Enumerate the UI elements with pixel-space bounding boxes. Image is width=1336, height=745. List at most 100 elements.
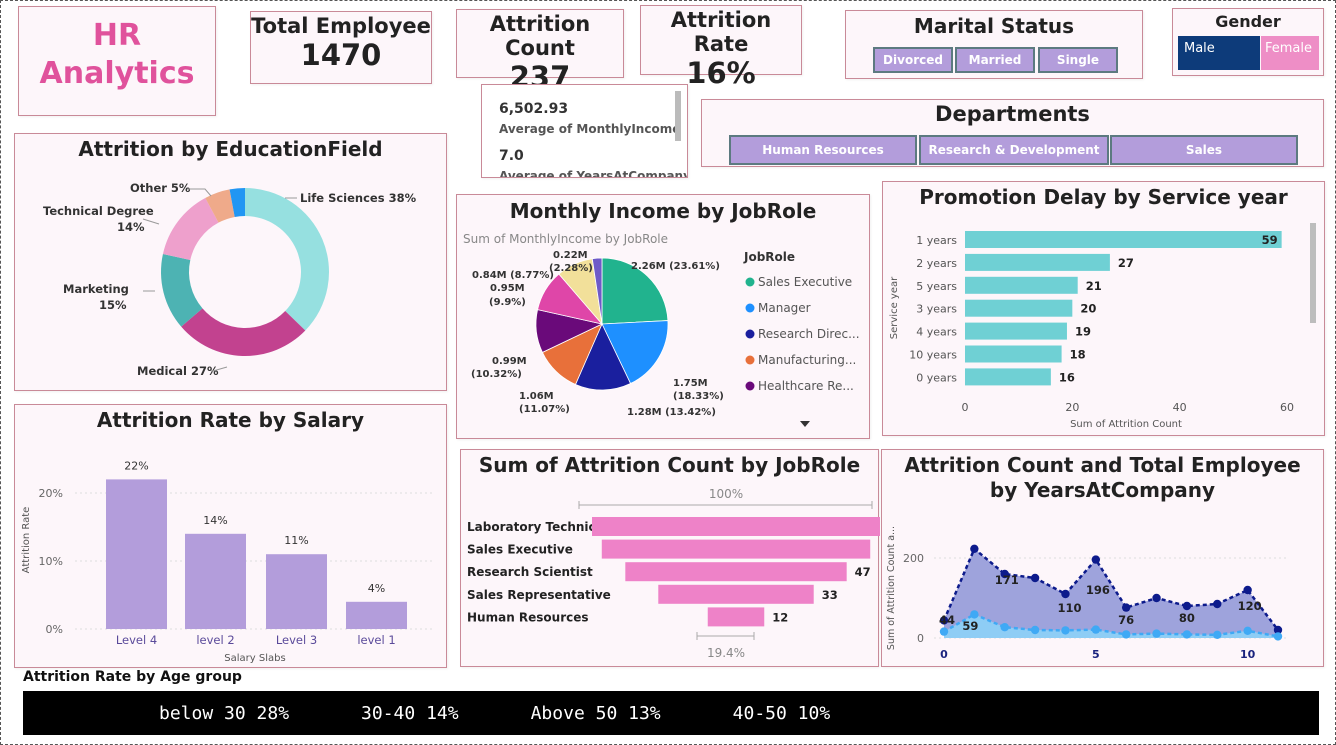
data-point [970, 610, 979, 619]
data-label: 196 [1086, 583, 1110, 597]
data-point [1273, 632, 1283, 641]
slicer-title: Marital Status [913, 14, 1075, 38]
years-at-company-chart[interactable]: Attrition Count and Total Employee by Ye… [881, 449, 1324, 667]
education-field-chart[interactable]: Attrition by EducationField Life Science… [14, 133, 447, 391]
bar-value-label: 21 [1086, 279, 1102, 293]
slice-label: 1.75M [673, 378, 708, 389]
x-axis-label: Salary Slabs [224, 653, 285, 664]
legend-item: Manufacturing... [758, 353, 856, 367]
bar-value-label: 20 [1080, 302, 1096, 316]
monthly-income-chart[interactable]: Monthly Income by JobRole Sum of Monthly… [456, 194, 870, 439]
data-point [1091, 555, 1101, 564]
data-point [1243, 585, 1252, 595]
data-label: 44 [939, 613, 955, 627]
salary-bar-svg: 0% 10% 20% 22% Level 4 14% level 2 11% Level 3 4%… [21, 459, 435, 664]
x-axis-label: Years AC [1089, 666, 1131, 667]
legend-marker [745, 303, 755, 313]
chart-title: Monthly Income by JobRole [509, 199, 817, 223]
marital-divorced-button[interactable]: Divorced [873, 47, 953, 73]
multi-row-card[interactable]: 6,502.93 Average of MonthlyIncome 7.0 Av… [481, 84, 688, 178]
kpi-attrition-rate[interactable]: Attrition Rate 16% [640, 5, 802, 90]
bar [965, 231, 1282, 248]
funnel-category-label: Laboratory Technici... [467, 520, 613, 534]
ticker-item: 30-40 14% [361, 702, 459, 724]
attrition-funnel-chart[interactable]: Sum of Attrition Count by JobRole 100% La… [460, 449, 880, 667]
dept-sales-button[interactable]: Sales [1110, 135, 1298, 165]
marital-status-slicer: Marital Status Divorced Married Single [845, 10, 1143, 79]
promotion-delay-chart[interactable]: Promotion Delay by Service year 1 years 5… [882, 181, 1325, 436]
gender-female-button[interactable]: Female [1261, 36, 1319, 70]
bar-value-label: 16 [1059, 370, 1075, 384]
data-label: 120 [1238, 599, 1262, 613]
kpi-attrition-count[interactable]: Attrition Count 237 [456, 9, 624, 94]
income-pie-svg: 2.26M (23.61%) 1.75M (18.33%) 1.28M (13.42%… [471, 250, 860, 427]
legend-marker [745, 381, 755, 391]
legend-item: Research Direc... [758, 327, 860, 341]
data-point [1091, 625, 1101, 634]
avg-years-label: Average of YearsAtCompany [499, 169, 688, 178]
bar-value-label: 19 [1075, 325, 1091, 339]
funnel-value-label: 33 [822, 588, 838, 602]
chart-title: Attrition Count and Total Employee by Ye… [904, 453, 1301, 502]
funnel-bottom-label: 19.4% [707, 646, 745, 660]
salary-chart[interactable]: Attrition Rate by Salary 0% 10% 20% 22% Leve… [14, 404, 447, 668]
bar-category-label: 5 years [916, 280, 957, 293]
bar [965, 322, 1067, 340]
slice-label: 1.06M [519, 391, 554, 402]
data-point [1121, 630, 1131, 639]
dept-rnd-button[interactable]: Research & Development [919, 135, 1109, 165]
gender-male-button[interactable]: Male [1178, 36, 1260, 70]
data-point [1182, 601, 1192, 611]
ticker-item: below 30 28% [159, 702, 290, 724]
data-label: 80 [1179, 611, 1195, 625]
funnel-category-label: Sales Executive [467, 543, 573, 557]
data-point [1243, 626, 1252, 635]
legend-title: JobRole [743, 250, 795, 264]
promotion-bar-svg: 1 years 59 2 years 27 5 years 21 3 years 20 4 ye… [889, 223, 1316, 430]
data-label: 59 [962, 619, 978, 633]
dashboard-canvas: HR Analytics Total Employee 1470 Attriti… [0, 0, 1336, 745]
donut-slice [162, 197, 219, 261]
avg-years-value: 7.0 [499, 148, 524, 164]
legend-item: Healthcare Re... [758, 379, 854, 393]
avg-income-value: 6,502.93 [499, 101, 569, 117]
ticker-item: 40-50 10% [732, 702, 831, 724]
bar-category-label: 1 years [916, 234, 957, 247]
bar-category-label: 3 years [916, 303, 957, 316]
bar-value-label: 22% [124, 459, 148, 472]
legend-marker [745, 277, 755, 287]
scrollbar [1310, 223, 1316, 323]
data-point [970, 544, 979, 553]
dept-hr-button[interactable]: Human Resources [729, 135, 917, 165]
data-point [1061, 589, 1070, 599]
x-tick-label: 0 [940, 648, 948, 661]
slice-label: Medical 27% [137, 364, 219, 378]
y-tick-label: 20% [39, 487, 63, 500]
marital-married-button[interactable]: Married [955, 47, 1035, 73]
funnel-category-label: Research Scientist [467, 565, 593, 579]
data-point [1213, 599, 1222, 609]
data-point [1121, 603, 1131, 612]
legend-marker [745, 355, 755, 365]
marital-single-button[interactable]: Single [1038, 47, 1118, 73]
bar [185, 533, 246, 629]
x-axis-label: Sum of Attrition Count [1070, 419, 1182, 430]
x-tick-label: 20 [1065, 401, 1079, 414]
page-title: HR Analytics [19, 17, 215, 93]
card-scrollbar[interactable] [675, 91, 681, 141]
x-tick-label: 5 [1092, 648, 1100, 661]
y-axis-label: Attrition Rate [21, 507, 32, 574]
kpi-total-employee[interactable]: Total Employee 1470 [250, 11, 432, 84]
x-tick-label: level 1 [357, 633, 395, 647]
slicer-title: Gender [1215, 12, 1281, 31]
bar-category-label: 0 years [916, 371, 957, 384]
data-point [1030, 625, 1040, 635]
funnel-value-label: 47 [855, 565, 871, 579]
x-tick-label: 10 [1240, 648, 1256, 661]
y-tick-label: 10% [39, 555, 63, 568]
y-tick-label: 200 [903, 552, 924, 565]
gender-slicer: Gender Male Female [1172, 8, 1324, 76]
kpi-label: Total Employee [251, 14, 431, 38]
x-tick-label: 60 [1280, 401, 1294, 414]
chart-title: Attrition by EducationField [78, 137, 383, 161]
